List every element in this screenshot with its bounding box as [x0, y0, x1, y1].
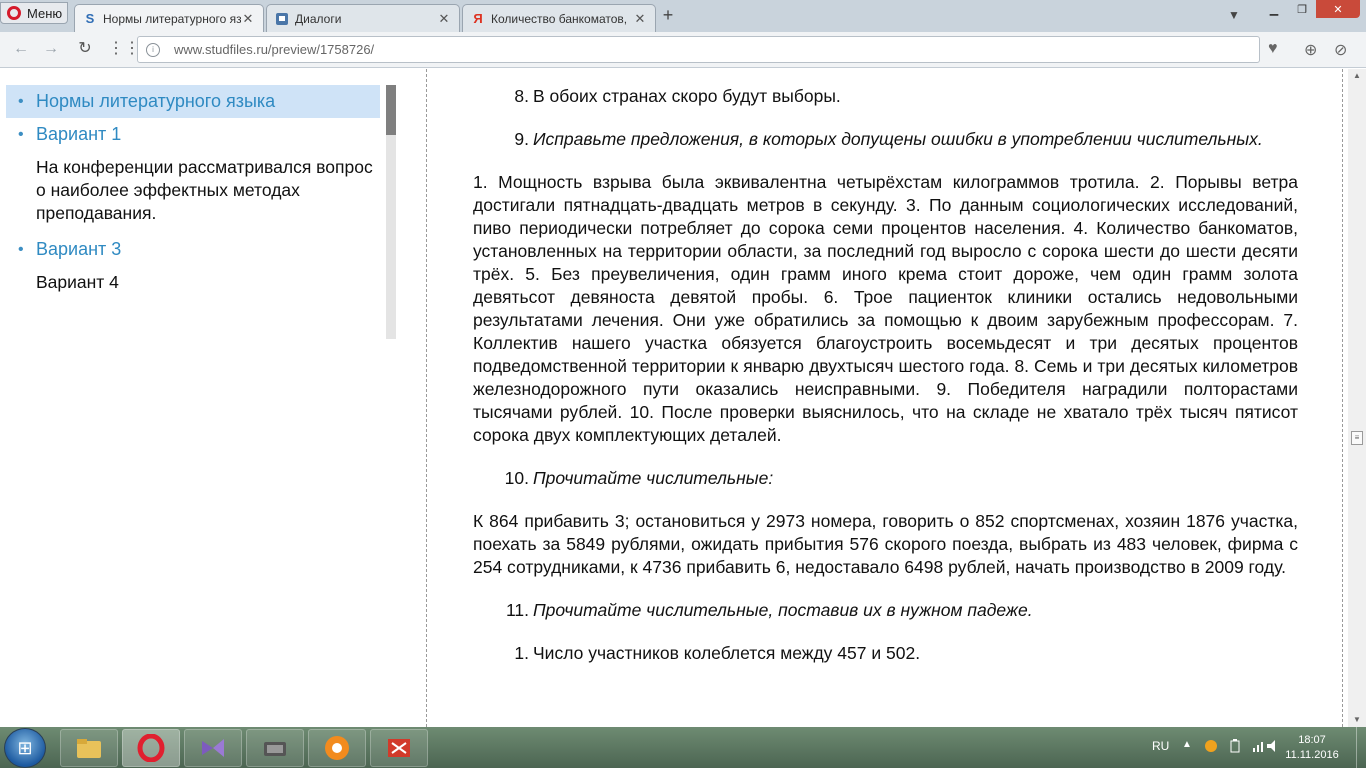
tab-normy[interactable]: S Нормы литературного язы ✕	[74, 4, 264, 32]
extensions-icon[interactable]: ⊘	[1334, 40, 1347, 60]
battery-icon[interactable]	[1230, 739, 1240, 756]
bookmark-heart-icon[interactable]: ♥	[1268, 40, 1278, 58]
show-hidden-icons-icon[interactable]: ▲	[1182, 739, 1192, 750]
exercise-paragraph: 1. Мощность взрыва была эквивалентна чет…	[473, 172, 1298, 445]
window-controls: ▁ ❐ ✕	[1260, 0, 1360, 20]
media-player-icon[interactable]	[246, 729, 304, 767]
item-text: В обоих странах скоро будут выборы.	[533, 86, 841, 106]
opera-taskbar-icon[interactable]	[122, 729, 180, 767]
navigation-bar: ← → ↻ ⋮⋮ i www.studfiles.ru/preview/1758…	[0, 32, 1366, 68]
tab-yandex[interactable]: Я Количество банкоматов, ✕	[462, 4, 656, 32]
numbered-item: 1. Число участников колеблется между 457…	[473, 642, 1298, 665]
maximize-icon[interactable]: ❐	[1288, 0, 1316, 18]
sidebar-scroll-thumb[interactable]	[386, 85, 396, 135]
visual-studio-icon[interactable]	[184, 729, 242, 767]
opera-logo-icon	[7, 6, 21, 20]
task-heading: Прочитайте числительные, поставив их в н…	[533, 600, 1033, 620]
language-indicator[interactable]: RU	[1152, 739, 1169, 753]
back-icon[interactable]: ←	[12, 40, 30, 58]
sidebar-link[interactable]: Вариант 3	[36, 239, 121, 259]
show-desktop-button[interactable]	[1356, 727, 1366, 768]
windows-taskbar: ⊞ RU ▲ 18:07 11.11.2016	[0, 727, 1366, 768]
numbered-item: 11. Прочитайте числительные, поставив их…	[473, 599, 1298, 622]
yandex-favicon-icon: Я	[473, 11, 483, 26]
menu-label: Меню	[27, 5, 63, 21]
numbered-item: 9. Исправьте предложения, в которых допу…	[473, 128, 1298, 151]
sidebar-scrollbar[interactable]	[386, 85, 396, 339]
clock-time: 18:07	[1298, 734, 1326, 746]
volume-icon[interactable]	[1266, 739, 1280, 756]
opera-menu-button[interactable]: Меню	[0, 2, 68, 24]
address-bar[interactable]: i www.studfiles.ru/preview/1758726/	[137, 36, 1260, 63]
document-content: 8. В обоих странах скоро будут выборы. 9…	[426, 69, 1343, 727]
sidebar-link[interactable]: Нормы литературного языка	[36, 91, 275, 111]
speed-dial-icon[interactable]: ⋮⋮	[108, 40, 140, 58]
tab-strip: Меню S Нормы литературного язы ✕ Диалоги…	[0, 0, 1366, 32]
web-page: • Нормы литературного языка • Вариант 1 …	[0, 69, 1366, 727]
numbered-item: 10. Прочитайте числительные:	[473, 467, 1298, 490]
sidebar-list: • Нормы литературного языка • Вариант 1 …	[6, 85, 380, 302]
vk-favicon-icon	[275, 12, 289, 26]
task-heading: Прочитайте числительные:	[533, 468, 774, 488]
scroll-up-icon[interactable]: ▲	[1348, 69, 1366, 83]
download-icon[interactable]: ⊕	[1304, 40, 1317, 60]
item-text: Число участников колеблется между 457 и …	[533, 643, 921, 663]
close-tab-icon[interactable]: ✕	[633, 11, 647, 27]
close-tab-icon[interactable]: ✕	[437, 11, 451, 27]
minimize-icon[interactable]: ▁	[1260, 0, 1288, 18]
page-scrollbar[interactable]: ▲ ≡ ▼	[1348, 69, 1366, 727]
sidebar-snippet: Вариант 4	[36, 272, 119, 292]
studfiles-favicon-icon: S	[85, 11, 95, 26]
sidebar: • Нормы литературного языка • Вариант 1 …	[0, 69, 410, 727]
exercise-paragraph: К 864 прибавить 3; остановиться у 2973 н…	[473, 511, 1298, 577]
presentation-app-icon[interactable]	[370, 729, 428, 767]
document-text: 8. В обоих странах скоро будут выборы. 9…	[473, 85, 1298, 685]
sidebar-item-variant-1[interactable]: • Вариант 1	[6, 118, 380, 151]
bullet-icon: •	[18, 93, 24, 110]
sidebar-item-variant-3[interactable]: • Вариант 3	[6, 233, 380, 266]
task-heading: Исправьте предложения, в которых допущен…	[533, 129, 1263, 149]
numbered-item: 8. В обоих странах скоро будут выборы.	[473, 85, 1298, 108]
bullet-icon: •	[18, 241, 24, 258]
new-tab-button[interactable]: +	[660, 6, 676, 24]
start-button[interactable]: ⊞	[4, 728, 46, 768]
clock-date: 11.11.2016	[1285, 749, 1339, 761]
tab-menu-icon[interactable]: ▼	[1228, 8, 1240, 22]
sidebar-item-normy[interactable]: • Нормы литературного языка	[6, 85, 380, 118]
item-number: 8.	[514, 86, 529, 106]
sidebar-snippet: На конференции рассматривался вопрос о н…	[36, 157, 373, 223]
system-clock[interactable]: 18:07 11.11.2016	[1282, 733, 1342, 763]
forward-icon[interactable]: →	[42, 40, 60, 58]
bullet-icon: •	[18, 126, 24, 143]
tray-app-icon[interactable]	[1204, 739, 1218, 756]
item-number: 10.	[504, 468, 529, 488]
site-info-icon[interactable]: i	[146, 42, 160, 57]
item-number: 11.	[505, 600, 529, 620]
network-icon[interactable]	[1252, 739, 1266, 756]
explorer-icon[interactable]	[60, 729, 118, 767]
tab-dialogi[interactable]: Диалоги ✕	[266, 4, 460, 32]
item-number: 9.	[514, 129, 529, 149]
tab-title: Количество банкоматов,	[491, 11, 628, 26]
tab-title: Нормы литературного язы	[103, 11, 241, 26]
tab-title: Диалоги	[295, 11, 342, 26]
item-number: 1.	[514, 643, 529, 663]
close-window-icon[interactable]: ✕	[1316, 0, 1360, 18]
sidebar-link[interactable]: Вариант 1	[36, 124, 121, 144]
scroll-thumb[interactable]: ≡	[1351, 431, 1363, 445]
close-tab-icon[interactable]: ✕	[241, 11, 255, 27]
url-text: www.studfiles.ru/preview/1758726/	[174, 42, 375, 57]
reload-icon[interactable]: ↻	[76, 40, 94, 58]
scroll-down-icon[interactable]: ▼	[1348, 713, 1366, 727]
app-wheel-icon[interactable]	[308, 729, 366, 767]
